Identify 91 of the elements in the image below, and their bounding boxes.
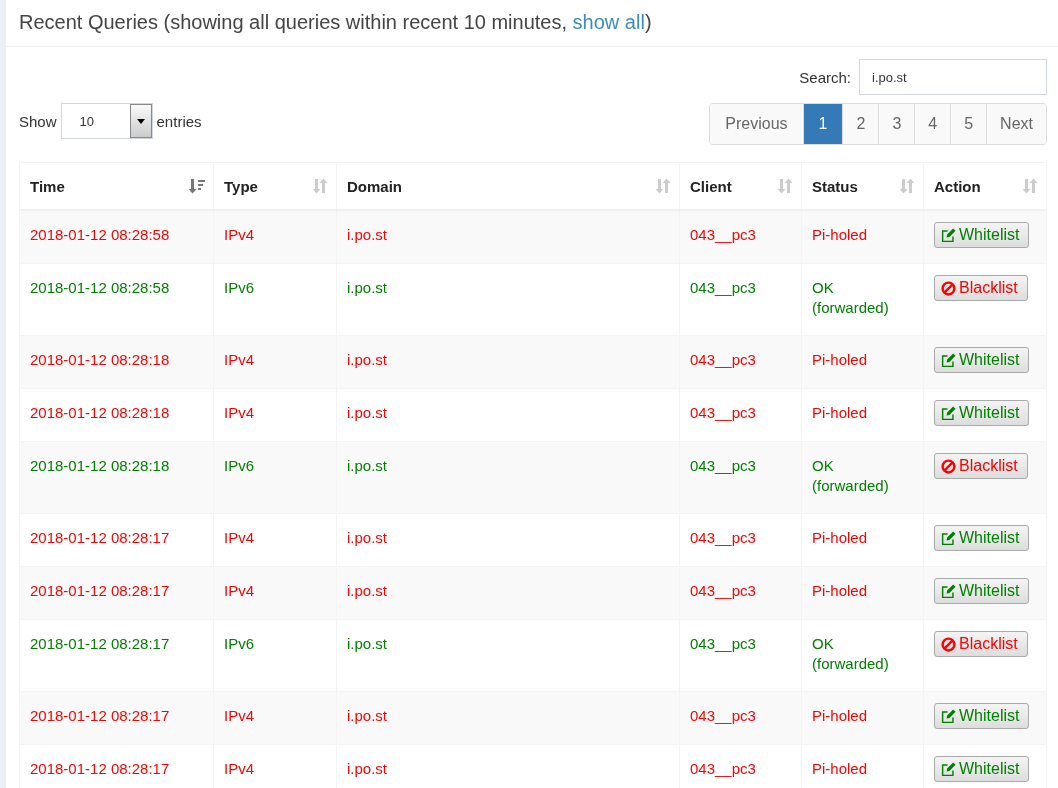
domain-cell: i.po.st bbox=[347, 404, 388, 421]
type-cell: IPv6 bbox=[224, 457, 254, 474]
prohibited-icon bbox=[941, 636, 956, 652]
client-cell: 043__pc3 bbox=[690, 226, 756, 243]
whitelist-button[interactable]: Whitelist bbox=[934, 400, 1030, 426]
page-button[interactable]: Previous bbox=[710, 104, 803, 144]
status-cell: Pi-holed bbox=[812, 760, 868, 777]
status-cell: Pi-holed bbox=[812, 404, 868, 421]
edit-icon bbox=[941, 405, 956, 421]
page-button[interactable]: 3 bbox=[878, 104, 915, 144]
client-cell: 043__pc3 bbox=[690, 760, 756, 777]
client-cell: 043__pc3 bbox=[690, 404, 756, 421]
domain-cell: i.po.st bbox=[347, 760, 388, 777]
domain-cell: i.po.st bbox=[347, 226, 388, 243]
time-cell: 2018-01-12 08:28:18 bbox=[30, 351, 170, 368]
time-cell: 2018-01-12 08:28:17 bbox=[30, 707, 170, 724]
blacklist-button[interactable]: Blacklist bbox=[934, 453, 1028, 479]
edit-icon bbox=[941, 761, 956, 777]
search-field[interactable]: i.po.st bbox=[859, 59, 1047, 95]
column-header[interactable]: Domain bbox=[347, 177, 402, 195]
whitelist-button[interactable]: Whitelist bbox=[934, 222, 1030, 248]
page-button[interactable]: 4 bbox=[914, 104, 951, 144]
client-cell: 043__pc3 bbox=[690, 279, 756, 296]
page-button[interactable]: Next bbox=[986, 104, 1046, 144]
type-cell: IPv4 bbox=[224, 582, 254, 599]
page-button[interactable]: 1 bbox=[802, 104, 843, 144]
domain-cell: i.po.st bbox=[347, 582, 388, 599]
time-cell: 2018-01-12 08:28:17 bbox=[30, 635, 170, 652]
type-cell: IPv4 bbox=[224, 351, 254, 368]
entries-label: entries bbox=[156, 112, 202, 130]
time-cell: 2018-01-12 08:28:58 bbox=[30, 226, 170, 243]
edit-icon bbox=[941, 583, 956, 599]
entries-select[interactable]: 10 bbox=[60, 103, 153, 139]
time-cell: 2018-01-12 08:28:17 bbox=[30, 760, 170, 777]
type-cell: IPv4 bbox=[224, 707, 254, 724]
type-cell: IPv4 bbox=[224, 529, 254, 546]
time-cell: 2018-01-12 08:28:18 bbox=[30, 404, 170, 421]
domain-cell: i.po.st bbox=[347, 529, 388, 546]
client-cell: 043__pc3 bbox=[690, 635, 756, 652]
domain-cell: i.po.st bbox=[347, 279, 388, 296]
client-cell: 043__pc3 bbox=[690, 707, 756, 724]
caret-icon bbox=[136, 118, 145, 124]
show-label: Show bbox=[19, 112, 57, 130]
page-button[interactable]: 2 bbox=[842, 104, 879, 144]
whitelist-button[interactable]: Whitelist bbox=[934, 578, 1030, 604]
prohibited-icon bbox=[941, 280, 956, 296]
status-cell: Pi-holed bbox=[812, 351, 868, 368]
edit-icon bbox=[941, 530, 956, 546]
show-all-link[interactable]: show all bbox=[572, 11, 645, 33]
type-cell: IPv4 bbox=[224, 226, 254, 243]
client-cell: 043__pc3 bbox=[690, 351, 756, 368]
status-cell: OK (forwarded) bbox=[812, 635, 889, 672]
blacklist-button[interactable]: Blacklist bbox=[934, 631, 1028, 657]
domain-cell: i.po.st bbox=[347, 707, 388, 724]
search-label: Search: bbox=[799, 68, 851, 86]
type-cell: IPv6 bbox=[224, 279, 254, 296]
status-cell: OK (forwarded) bbox=[812, 279, 889, 316]
client-cell: 043__pc3 bbox=[690, 529, 756, 546]
whitelist-button[interactable]: Whitelist bbox=[934, 756, 1030, 782]
time-cell: 2018-01-12 08:28:17 bbox=[30, 582, 170, 599]
time-cell: 2018-01-12 08:28:58 bbox=[30, 279, 170, 296]
status-cell: Pi-holed bbox=[812, 582, 868, 599]
time-cell: 2018-01-12 08:28:18 bbox=[30, 457, 170, 474]
column-header[interactable]: Action bbox=[934, 177, 981, 195]
status-cell: OK (forwarded) bbox=[812, 457, 889, 494]
column-header[interactable]: Client bbox=[690, 177, 732, 195]
panel-title: Recent Queries (showing all queries within recent 10 minutes, show all) bbox=[19, 10, 653, 35]
domain-cell: i.po.st bbox=[347, 635, 388, 652]
client-cell: 043__pc3 bbox=[690, 457, 756, 474]
edit-icon bbox=[941, 352, 956, 368]
page-button[interactable]: 5 bbox=[950, 104, 987, 144]
time-cell: 2018-01-12 08:28:17 bbox=[30, 529, 170, 546]
client-cell: 043__pc3 bbox=[690, 582, 756, 599]
domain-cell: i.po.st bbox=[347, 351, 388, 368]
column-header[interactable]: Time bbox=[30, 177, 65, 195]
whitelist-button[interactable]: Whitelist bbox=[934, 347, 1030, 373]
blacklist-button[interactable]: Blacklist bbox=[934, 275, 1028, 301]
whitelist-button[interactable]: Whitelist bbox=[934, 525, 1030, 551]
status-cell: Pi-holed bbox=[812, 529, 868, 546]
edit-icon bbox=[941, 708, 956, 724]
status-cell: Pi-holed bbox=[812, 707, 868, 724]
column-header[interactable]: Status bbox=[812, 177, 858, 195]
prohibited-icon bbox=[941, 458, 956, 474]
whitelist-button[interactable]: Whitelist bbox=[934, 703, 1030, 729]
column-header[interactable]: Type bbox=[224, 177, 258, 195]
domain-cell: i.po.st bbox=[347, 457, 388, 474]
edit-icon bbox=[941, 227, 956, 243]
type-cell: IPv4 bbox=[224, 404, 254, 421]
status-cell: Pi-holed bbox=[812, 226, 868, 243]
type-cell: IPv6 bbox=[224, 635, 254, 652]
type-cell: IPv4 bbox=[224, 760, 254, 777]
